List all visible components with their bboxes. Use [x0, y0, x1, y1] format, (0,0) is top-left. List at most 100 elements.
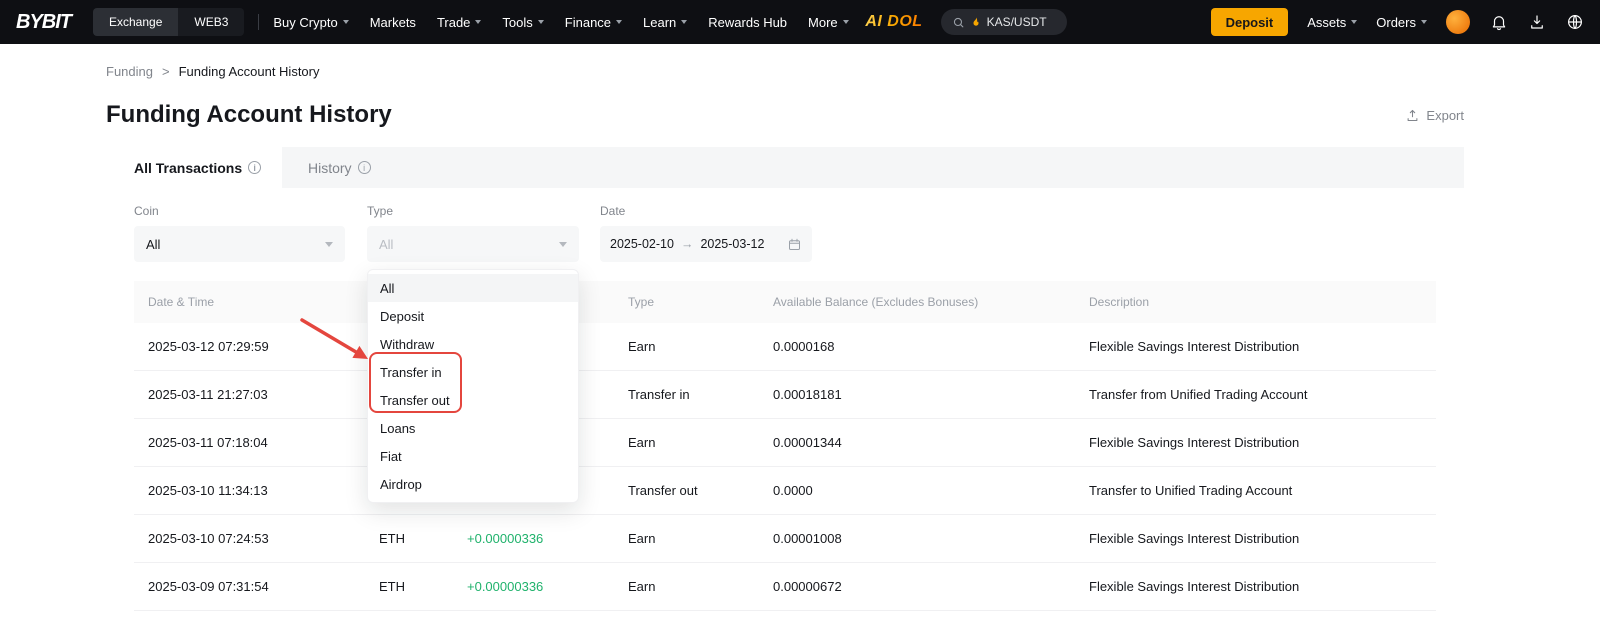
transactions-table: Date & Time Type Available Balance (Excl… [134, 281, 1436, 611]
chevron-down-icon [843, 20, 849, 24]
type-option-all[interactable]: All [368, 274, 578, 302]
cell-type: Earn [628, 339, 773, 354]
top-navigation: BYBIT Exchange WEB3 Buy Crypto Markets T… [0, 0, 1600, 44]
table-row: 2025-03-11 07:18:04 Earn 0.00001344 Flex… [134, 419, 1436, 467]
cell-type: Transfer out [628, 483, 773, 498]
coin-select-value: All [146, 237, 160, 252]
chevron-down-icon [616, 20, 622, 24]
notifications-bell-icon[interactable] [1490, 13, 1508, 31]
search-box[interactable]: KAS/USDT [941, 9, 1067, 35]
nav-label: Trade [437, 15, 470, 30]
nav-label: Tools [502, 15, 532, 30]
chevron-down-icon [343, 20, 349, 24]
type-select[interactable]: All [367, 226, 579, 262]
cell-description: Flexible Savings Interest Distribution [1089, 435, 1436, 450]
cell-coin: ETH [379, 531, 467, 546]
nav-rewards-hub[interactable]: Rewards Hub [708, 15, 787, 30]
assets-menu[interactable]: Assets [1307, 15, 1357, 30]
tab-all-transactions[interactable]: All Transactions [106, 147, 282, 188]
breadcrumb-separator: > [162, 64, 170, 79]
export-button[interactable]: Export [1405, 108, 1464, 123]
cell-balance: 0.0000 [773, 483, 1089, 498]
type-option-fiat[interactable]: Fiat [368, 442, 578, 470]
cell-description: Transfer to Unified Trading Account [1089, 483, 1436, 498]
mode-tab-label: Exchange [109, 15, 162, 29]
export-label: Export [1426, 108, 1464, 123]
cell-type: Earn [628, 579, 773, 594]
calendar-icon [787, 237, 802, 252]
nav-label: Rewards Hub [708, 15, 787, 30]
user-avatar[interactable] [1446, 10, 1470, 34]
date-to: 2025-03-12 [700, 237, 764, 251]
type-option-transfer-in[interactable]: Transfer in [368, 358, 578, 386]
chevron-down-icon [559, 242, 567, 247]
cell-description: Flexible Savings Interest Distribution [1089, 579, 1436, 594]
mode-tab-label: WEB3 [194, 15, 228, 29]
download-app-icon[interactable] [1528, 13, 1546, 31]
cell-datetime: 2025-03-12 07:29:59 [148, 339, 379, 354]
header-datetime: Date & Time [148, 295, 379, 309]
cell-datetime: 2025-03-09 07:31:54 [148, 579, 379, 594]
chevron-down-icon [1421, 20, 1427, 24]
breadcrumb-current: Funding Account History [179, 64, 320, 79]
chevron-down-icon [475, 20, 481, 24]
cell-description: Flexible Savings Interest Distribution [1089, 531, 1436, 546]
bybit-logo[interactable]: BYBIT [16, 11, 71, 34]
cell-quantity: +0.00000336 [467, 531, 628, 546]
nav-tools[interactable]: Tools [502, 15, 543, 30]
nav-markets[interactable]: Markets [370, 15, 416, 30]
mode-tab-exchange[interactable]: Exchange [93, 8, 178, 36]
breadcrumb-funding[interactable]: Funding [106, 64, 153, 79]
table-row: 2025-03-11 21:27:03 Transfer in 0.000181… [134, 371, 1436, 419]
date-range-picker[interactable]: 2025-02-10 → 2025-03-12 [600, 226, 812, 262]
cell-quantity: +0.00000336 [467, 579, 628, 594]
nav-finance[interactable]: Finance [565, 15, 622, 30]
search-hot-pair: KAS/USDT [987, 15, 1047, 29]
breadcrumb: Funding > Funding Account History [106, 64, 319, 79]
info-icon[interactable] [358, 161, 371, 174]
deposit-button[interactable]: Deposit [1211, 8, 1289, 36]
nav-buy-crypto[interactable]: Buy Crypto [273, 15, 348, 30]
orders-menu[interactable]: Orders [1376, 15, 1427, 30]
cell-datetime: 2025-03-10 11:34:13 [148, 483, 379, 498]
cell-datetime: 2025-03-11 21:27:03 [148, 387, 379, 402]
coin-filter-label: Coin [134, 204, 159, 218]
type-option-transfer-out[interactable]: Transfer out [368, 386, 578, 414]
type-filter-label: Type [367, 204, 393, 218]
header-description: Description [1089, 295, 1436, 309]
export-icon [1405, 108, 1420, 123]
table-row: 2025-03-09 07:31:54 ETH +0.00000336 Earn… [134, 563, 1436, 611]
language-globe-icon[interactable] [1566, 13, 1584, 31]
divider [258, 14, 259, 30]
table-body: 2025-03-12 07:29:59 Earn 0.0000168 Flexi… [134, 323, 1436, 611]
orders-label: Orders [1376, 15, 1416, 30]
ai-dol-logo[interactable]: AI DOL [865, 13, 922, 31]
cell-type: Earn [628, 531, 773, 546]
type-option-withdraw[interactable]: Withdraw [368, 330, 578, 358]
info-icon[interactable] [248, 161, 261, 174]
cell-description: Flexible Savings Interest Distribution [1089, 339, 1436, 354]
cell-balance: 0.0000168 [773, 339, 1089, 354]
cell-balance: 0.00000672 [773, 579, 1089, 594]
nav-more[interactable]: More [808, 15, 849, 30]
mode-toggle: Exchange WEB3 [93, 8, 244, 36]
chevron-down-icon [681, 20, 687, 24]
type-option-loans[interactable]: Loans [368, 414, 578, 442]
type-select-value: All [379, 237, 393, 252]
coin-select[interactable]: All [134, 226, 345, 262]
nav-trade[interactable]: Trade [437, 15, 481, 30]
nav-label: More [808, 15, 838, 30]
table-header: Date & Time Type Available Balance (Excl… [134, 281, 1436, 323]
date-from: 2025-02-10 [610, 237, 674, 251]
mode-tab-web3[interactable]: WEB3 [178, 8, 244, 36]
cell-balance: 0.00018181 [773, 387, 1089, 402]
table-row: 2025-03-10 11:34:13 Transfer out 0.0000 … [134, 467, 1436, 515]
type-option-airdrop[interactable]: Airdrop [368, 470, 578, 498]
type-option-deposit[interactable]: Deposit [368, 302, 578, 330]
cell-type: Transfer in [628, 387, 773, 402]
tab-label: All Transactions [134, 160, 242, 176]
nav-learn[interactable]: Learn [643, 15, 687, 30]
tab-history[interactable]: History [282, 160, 371, 176]
cell-datetime: 2025-03-10 07:24:53 [148, 531, 379, 546]
nav-label: Learn [643, 15, 676, 30]
